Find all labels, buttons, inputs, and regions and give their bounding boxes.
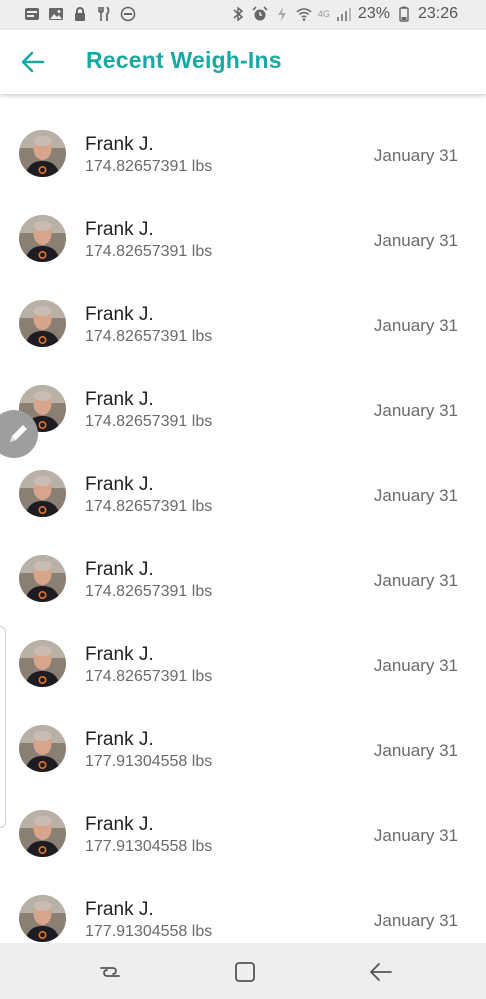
- weigh-in-row[interactable]: Frank J. 174.82657391 lbs January 31: [0, 520, 486, 605]
- weigh-in-date: January 31: [373, 486, 458, 505]
- weigh-in-list[interactable]: Frank J. 174.82657391 lbs January 31 Fra…: [0, 95, 486, 943]
- avatar: [19, 725, 66, 772]
- status-right-icons: 4G 23% 23:26: [230, 5, 458, 23]
- weight-value: 177.91304558 lbs: [85, 923, 213, 940]
- weight-value: 174.82657391 lbs: [85, 498, 213, 515]
- status-bar: 4G 23% 23:26: [0, 0, 486, 30]
- page-title: Recent Weigh-Ins: [86, 47, 282, 73]
- avatar: [19, 895, 66, 942]
- image-icon: [49, 8, 63, 20]
- avatar: [19, 640, 66, 687]
- weigh-in-row[interactable]: Frank J. 174.82657391 lbs January 31: [0, 435, 486, 520]
- weight-value: 174.82657391 lbs: [85, 243, 213, 260]
- profile-photo-icon: [19, 215, 66, 262]
- weigh-in-date: January 31: [373, 316, 458, 335]
- weigh-in-date: January 31: [373, 911, 458, 930]
- weigh-in-row[interactable]: Frank J. 174.82657391 lbs January 31: [0, 180, 486, 265]
- weight-value: 177.91304558 lbs: [85, 838, 213, 855]
- weigh-in-row[interactable]: Frank J. 177.91304558 lbs January 31: [0, 860, 486, 943]
- avatar: [19, 130, 66, 177]
- avatar: [19, 555, 66, 602]
- pencil-icon: [10, 425, 27, 442]
- edit-handle[interactable]: [0, 410, 38, 458]
- battery-icon: [399, 6, 409, 22]
- weigh-in-date: January 31: [373, 741, 458, 760]
- user-name: Frank J.: [85, 729, 154, 750]
- profile-photo-icon: [19, 725, 66, 772]
- weight-value: 174.82657391 lbs: [85, 328, 213, 345]
- user-name: Frank J.: [85, 814, 154, 835]
- weigh-in-date: January 31: [373, 656, 458, 675]
- user-name: Frank J.: [85, 304, 154, 325]
- profile-photo-icon: [19, 895, 66, 942]
- profile-photo-icon: [19, 470, 66, 517]
- user-name: Frank J.: [85, 219, 154, 240]
- profile-photo-icon: [19, 300, 66, 347]
- weight-value: 174.82657391 lbs: [85, 583, 213, 600]
- avatar: [19, 810, 66, 857]
- weight-value: 174.82657391 lbs: [85, 413, 213, 430]
- weight-value: 177.91304558 lbs: [85, 753, 213, 770]
- profile-photo-icon: [19, 555, 66, 602]
- notification-icon: [25, 8, 39, 20]
- alarm-icon: [252, 6, 268, 21]
- profile-photo-icon: [19, 130, 66, 177]
- weigh-in-row[interactable]: Frank J. 177.91304558 lbs January 31: [0, 690, 486, 775]
- weigh-in-date: January 31: [373, 826, 458, 845]
- app-bar: Recent Weigh-Ins: [0, 30, 486, 94]
- clock: 23:26: [417, 5, 458, 22]
- user-name: Frank J.: [85, 644, 154, 665]
- weigh-in-row[interactable]: Frank J. 174.82657391 lbs January 31: [0, 265, 486, 350]
- battery-percent: 23%: [357, 5, 390, 22]
- weigh-in-row[interactable]: Frank J. 174.82657391 lbs January 31: [0, 605, 486, 690]
- home-icon[interactable]: [232, 959, 258, 985]
- network-type: 4G: [317, 9, 330, 19]
- weight-value: 174.82657391 lbs: [85, 668, 213, 685]
- wifi-icon: [296, 8, 312, 21]
- weigh-in-row[interactable]: Frank J. 177.91304558 lbs January 31: [0, 775, 486, 860]
- weigh-in-date: January 31: [373, 231, 458, 250]
- status-left-icons: [24, 6, 136, 22]
- weigh-in-date: January 31: [373, 401, 458, 420]
- user-name: Frank J.: [85, 559, 154, 580]
- back-arrow-icon[interactable]: [20, 49, 46, 75]
- data-saver-icon: [277, 7, 286, 21]
- profile-photo-icon: [19, 640, 66, 687]
- user-name: Frank J.: [85, 134, 154, 155]
- recent-apps-icon[interactable]: [97, 959, 123, 985]
- weigh-in-row[interactable]: Frank J. 174.82657391 lbs January 31: [0, 95, 486, 180]
- avatar: [19, 300, 66, 347]
- avatar: [19, 215, 66, 262]
- user-name: Frank J.: [85, 389, 154, 410]
- do-not-disturb-icon: [120, 6, 136, 22]
- weigh-in-date: January 31: [373, 146, 458, 165]
- weigh-in-date: January 31: [373, 571, 458, 590]
- bluetooth-icon: [233, 6, 244, 22]
- back-icon[interactable]: [368, 959, 394, 985]
- restaurant-icon: [98, 6, 110, 21]
- edge-panel-handle[interactable]: [0, 626, 6, 828]
- signal-icon: [336, 8, 351, 21]
- user-name: Frank J.: [85, 899, 154, 920]
- weight-value: 174.82657391 lbs: [85, 158, 213, 175]
- avatar: [19, 470, 66, 517]
- user-name: Frank J.: [85, 474, 154, 495]
- weigh-in-row[interactable]: Frank J. 174.82657391 lbs January 31: [0, 350, 486, 435]
- navigation-bar: [0, 943, 486, 999]
- profile-photo-icon: [19, 810, 66, 857]
- lock-icon: [75, 7, 85, 21]
